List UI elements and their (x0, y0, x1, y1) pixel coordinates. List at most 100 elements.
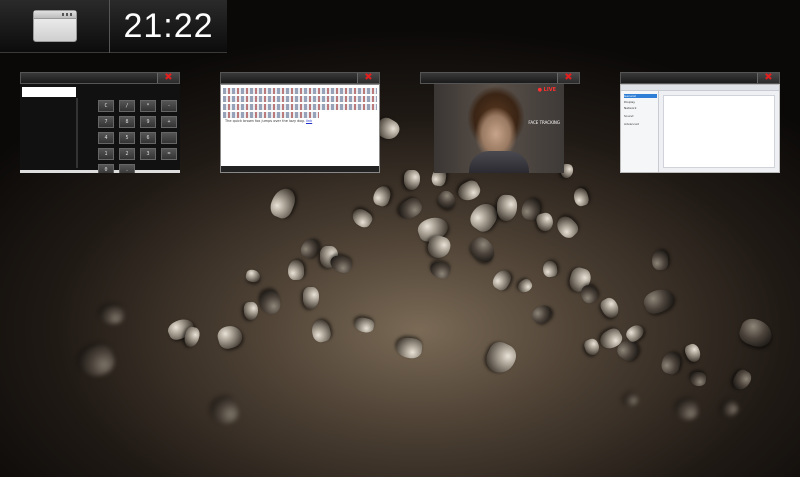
rock (571, 186, 591, 208)
rock (541, 259, 559, 279)
calculator-key: 2 (119, 148, 135, 160)
settings-sidebar: General Display Network Sound Advanced (621, 91, 659, 172)
close-icon[interactable]: ✖ (157, 73, 179, 83)
rock (349, 205, 375, 231)
calculator-key: 3 (140, 148, 156, 160)
calculator-key: 0 (98, 164, 114, 173)
editor-statusbar (221, 166, 379, 172)
window-thumbnail-settings[interactable]: ✖ General Display Network Sound Advanced (620, 72, 780, 173)
settings-content-panel (663, 95, 775, 168)
rock (75, 340, 119, 382)
rock (99, 305, 125, 325)
webcam-feed: ● LIVE FACE TRACKING (434, 84, 564, 173)
rock (730, 367, 754, 393)
calculator-key: 5 (119, 132, 135, 144)
clock: 21:22 (123, 6, 214, 45)
editor-toolbar-row (223, 104, 377, 110)
settings-preview: General Display Network Sound Advanced (620, 84, 780, 173)
window-thumbnail-text-editor[interactable]: ✖ The quick brown fox jumps over the laz… (220, 72, 380, 173)
rock (582, 336, 602, 358)
rock (309, 318, 333, 344)
thumbnail-titlebar: ✖ (420, 72, 580, 84)
calculator-key: 9 (140, 116, 156, 128)
rock (552, 212, 582, 242)
calculator-display (22, 87, 76, 97)
settings-item: General (624, 94, 657, 98)
settings-item: Display (624, 100, 636, 104)
settings-item: Sound (624, 114, 634, 118)
webcam-overlay-text: FACE TRACKING (528, 120, 560, 125)
rock (371, 184, 393, 208)
calculator-key: / (119, 100, 135, 112)
rock (395, 336, 423, 360)
calculator-key (161, 132, 177, 144)
rock (258, 288, 282, 316)
calculator-key: 1 (98, 148, 114, 160)
rock (682, 341, 704, 365)
editor-body-text: The quick brown fox jumps over the lazy … (225, 119, 305, 123)
editor-toolbar-row (223, 96, 377, 102)
close-icon[interactable]: ✖ (557, 73, 579, 83)
calculator-key: + (161, 116, 177, 128)
editor-content: The quick brown fox jumps over the lazy … (225, 119, 312, 123)
rock (689, 371, 707, 387)
calculator-key: - (161, 100, 177, 112)
rock (243, 301, 259, 321)
calculator-key: 4 (98, 132, 114, 144)
calculator-key: . (119, 164, 135, 173)
calculator-key: 8 (119, 116, 135, 128)
rock (455, 177, 483, 205)
text-editor-preview: The quick brown fox jumps over the lazy … (220, 84, 380, 173)
rock (598, 295, 622, 321)
editor-toolbar-row (223, 88, 377, 94)
window-icon (32, 10, 77, 42)
calculator-preview: C / * - 7 8 9 +4 5 6 1 2 3 = 0. (20, 84, 180, 173)
rock (298, 235, 322, 261)
settings-item: Network (624, 106, 637, 110)
calculator-key: = (161, 148, 177, 160)
rock (466, 233, 500, 267)
rock (352, 316, 376, 334)
window-thumbnail-calculator[interactable]: ✖ C / * - 7 8 9 +4 5 6 1 2 3 = 0. (20, 72, 180, 173)
rock (434, 188, 460, 212)
rock (659, 350, 683, 376)
calculator-key: * (140, 100, 156, 112)
rock (287, 259, 305, 281)
rock (267, 184, 299, 222)
calculator-key: 7 (98, 116, 114, 128)
rock (529, 301, 555, 327)
webcam-subject (469, 151, 529, 173)
rock (515, 277, 535, 295)
live-badge: ● LIVE (537, 87, 556, 93)
close-icon[interactable]: ✖ (757, 73, 779, 83)
thumbnail-titlebar: ✖ (620, 72, 780, 84)
rock (534, 211, 556, 233)
settings-item: Advanced (624, 122, 639, 126)
rock (428, 259, 452, 281)
window-thumbnail-webcam[interactable]: ✖ ● LIVE FACE TRACKING (420, 72, 580, 173)
calculator-key: C (98, 100, 114, 112)
rock (404, 170, 420, 190)
rock (719, 398, 741, 420)
rock (496, 194, 518, 222)
rock (303, 287, 319, 309)
editor-toolbar-row (223, 112, 319, 118)
rock (395, 194, 425, 224)
webcam-preview: ● LIVE FACE TRACKING (420, 84, 580, 173)
editor-link: link (305, 119, 313, 123)
rock (215, 323, 245, 351)
rock (482, 338, 520, 378)
calculator-key: 6 (140, 132, 156, 144)
rock (328, 252, 354, 276)
rock (425, 233, 453, 261)
rock (674, 398, 700, 422)
rock (640, 285, 678, 317)
rock (651, 249, 669, 271)
window-switcher-button[interactable] (0, 0, 110, 53)
close-icon[interactable]: ✖ (357, 73, 379, 83)
rock (621, 391, 641, 409)
rock (208, 394, 242, 428)
thumbnail-titlebar: ✖ (20, 72, 180, 84)
calculator-divider (76, 98, 78, 168)
top-bar: 21:22 (0, 0, 227, 53)
